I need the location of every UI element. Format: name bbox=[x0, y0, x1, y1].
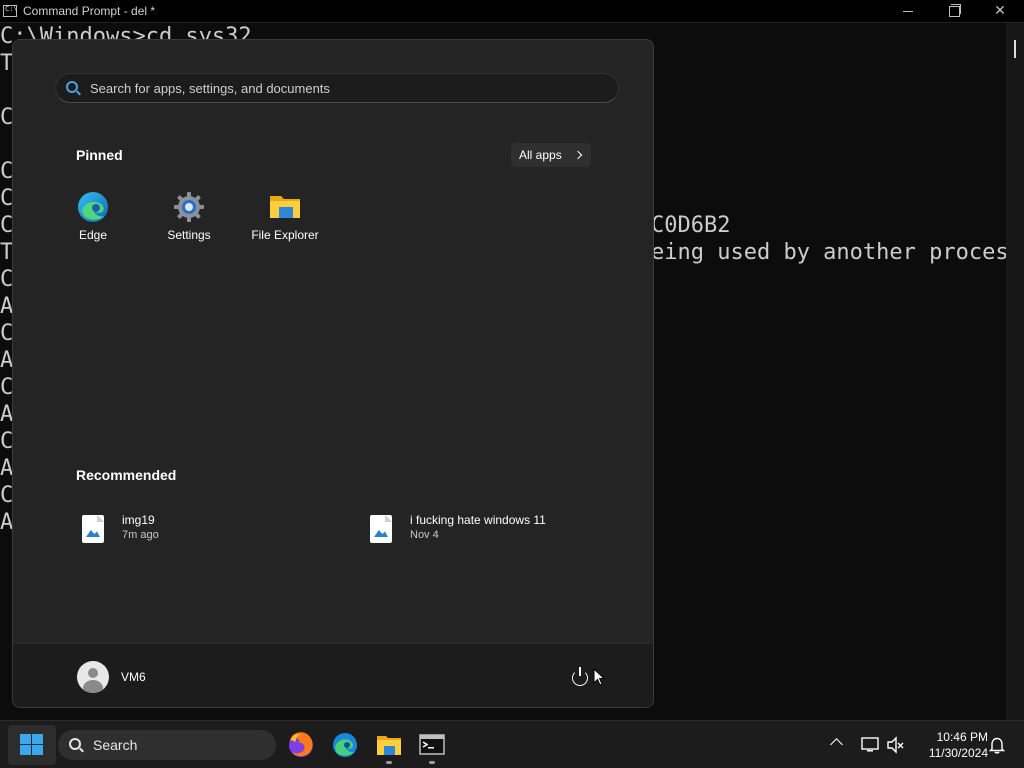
recommended-time: Nov 4 bbox=[410, 529, 439, 541]
console-fragment: eing used by another process bbox=[651, 240, 1006, 265]
user-name[interactable]: VM6 bbox=[121, 670, 146, 684]
settings-gear-icon bbox=[174, 192, 204, 222]
taskbar-app-file-explorer[interactable] bbox=[369, 725, 409, 765]
recommended-item[interactable]: img19 7m ago bbox=[82, 513, 342, 553]
console-scrollbar[interactable] bbox=[1006, 23, 1024, 720]
taskbar-search-label: Search bbox=[93, 737, 138, 753]
window-title: Command Prompt - del * bbox=[23, 4, 156, 18]
pinned-label: Settings bbox=[167, 228, 211, 242]
running-indicator bbox=[386, 761, 392, 764]
pinned-heading: Pinned bbox=[76, 147, 123, 163]
search-icon bbox=[66, 81, 78, 93]
edge-icon bbox=[333, 733, 357, 757]
start-menu: Search for apps, settings, and documents… bbox=[12, 39, 654, 708]
pinned-label: Edge bbox=[78, 228, 108, 242]
recommended-heading: Recommended bbox=[76, 467, 177, 483]
image-file-icon bbox=[370, 515, 392, 543]
recommended-item[interactable]: i fucking hate windows 11 Nov 4 bbox=[370, 513, 630, 553]
power-button[interactable] bbox=[569, 666, 591, 688]
taskbar: Search 10:46 PM 11/30/2024 bbox=[0, 720, 1024, 768]
minimize-button[interactable] bbox=[885, 0, 931, 23]
recommended-time: 7m ago bbox=[122, 529, 159, 541]
all-apps-button[interactable]: All apps bbox=[511, 143, 591, 167]
console-fragment: C0D6B2 bbox=[651, 213, 731, 238]
search-placeholder: Search for apps, settings, and documents bbox=[90, 81, 330, 96]
taskbar-app-edge[interactable] bbox=[325, 725, 365, 765]
scrollbar-thumb[interactable] bbox=[1014, 40, 1016, 58]
running-indicator bbox=[429, 761, 435, 764]
maximize-button[interactable] bbox=[931, 0, 977, 23]
recommended-name: i fucking hate windows 11 bbox=[410, 513, 546, 527]
mouse-cursor-icon bbox=[593, 668, 605, 686]
user-bar: VM6 bbox=[13, 643, 653, 707]
recommended-name: img19 bbox=[122, 513, 155, 527]
taskbar-search[interactable]: Search bbox=[58, 730, 276, 760]
all-apps-label: All apps bbox=[519, 148, 562, 162]
pinned-app-settings[interactable]: Settings bbox=[141, 191, 237, 261]
system-clock[interactable]: 10:46 PM 11/30/2024 bbox=[912, 729, 988, 761]
taskbar-app-terminal[interactable] bbox=[412, 725, 452, 765]
close-button[interactable]: ✕ bbox=[977, 0, 1023, 23]
file-explorer-icon bbox=[377, 736, 401, 755]
clock-date: 11/30/2024 bbox=[928, 746, 988, 760]
pinned-app-edge[interactable]: Edge bbox=[45, 191, 141, 261]
image-file-icon bbox=[82, 515, 104, 543]
notification-bell-icon[interactable] bbox=[987, 735, 1007, 755]
avatar[interactable] bbox=[77, 661, 109, 693]
folder-icon bbox=[270, 196, 300, 218]
chevron-right-icon bbox=[573, 150, 583, 160]
start-button[interactable] bbox=[8, 725, 56, 765]
network-monitor-icon[interactable] bbox=[860, 735, 880, 755]
windows-logo-icon bbox=[20, 734, 44, 756]
firefox-icon bbox=[289, 732, 313, 757]
cmd-app-icon bbox=[3, 5, 18, 17]
start-search-input[interactable]: Search for apps, settings, and documents bbox=[55, 73, 619, 103]
pinned-label: File Explorer bbox=[251, 228, 319, 242]
terminal-icon bbox=[419, 734, 445, 755]
edge-icon bbox=[78, 192, 108, 222]
show-hidden-icons-chevron-icon[interactable] bbox=[830, 738, 843, 751]
title-bar[interactable]: Command Prompt - del * ✕ bbox=[0, 0, 1024, 23]
volume-muted-icon[interactable] bbox=[886, 735, 906, 755]
clock-time: 10:46 PM bbox=[936, 730, 988, 744]
pinned-app-file-explorer[interactable]: File Explorer bbox=[237, 191, 333, 261]
search-icon bbox=[69, 738, 81, 750]
taskbar-app-firefox[interactable] bbox=[281, 725, 321, 765]
